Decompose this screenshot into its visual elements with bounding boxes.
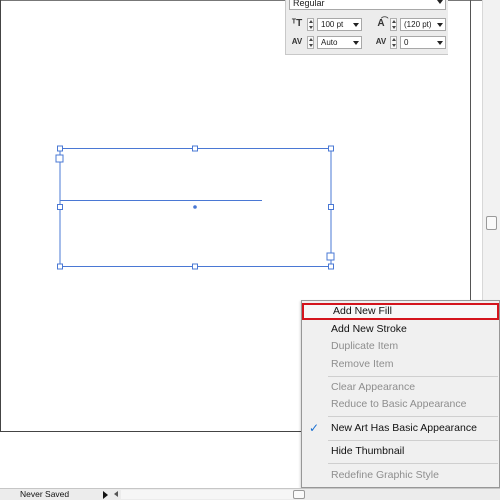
font-size-field[interactable]: 100 pt <box>317 18 362 31</box>
handle-middle-right[interactable] <box>328 204 334 210</box>
handle-middle-left[interactable] <box>57 204 63 210</box>
kerning-stepper[interactable] <box>307 36 314 49</box>
font-style-select[interactable]: Regular <box>289 0 446 10</box>
tracking-value: 0 <box>404 38 409 47</box>
appearance-panel-menu: Add New Fill Add New Stroke Duplicate It… <box>301 300 500 488</box>
status-text: Never Saved <box>20 489 70 499</box>
kerning-tracking-row: AV Auto AV 0 <box>290 35 446 50</box>
menu-item-label: Add New Fill <box>333 305 392 317</box>
chevron-down-icon[interactable] <box>353 23 359 27</box>
tracking-icon: AV <box>375 37 387 46</box>
horizontal-scrollbar[interactable] <box>121 490 305 499</box>
vertical-scroll-thumb[interactable] <box>486 216 497 230</box>
menu-item-add-new-stroke[interactable]: Add New Stroke <box>302 321 499 338</box>
checkmark-icon: ✓ <box>309 421 320 435</box>
text-out-port[interactable] <box>326 252 335 261</box>
menu-item-label: Reduce to Basic Appearance <box>331 398 467 410</box>
horizontal-scroll-thumb[interactable] <box>293 490 305 499</box>
font-size-value: 100 pt <box>321 20 344 29</box>
menu-item-label: Remove Item <box>331 358 394 370</box>
handle-bottom-middle[interactable] <box>192 263 198 270</box>
menu-separator <box>328 416 498 417</box>
status-bar: Never Saved <box>0 488 500 500</box>
leading-icon: A͡ <box>377 18 385 29</box>
menu-item-label: Add New Stroke <box>331 323 407 335</box>
handle-bottom-left[interactable] <box>57 263 63 270</box>
tracking-field[interactable]: 0 <box>400 36 446 49</box>
menu-item-label: Redefine Graphic Style <box>331 469 439 481</box>
menu-item-remove-item[interactable]: Remove Item <box>302 356 499 373</box>
font-size-icon: ᵀT <box>291 18 303 29</box>
center-point <box>193 205 197 209</box>
menu-item-label: Clear Appearance <box>331 381 416 393</box>
chevron-down-icon[interactable] <box>437 41 443 45</box>
chevron-down-icon[interactable] <box>437 23 443 27</box>
menu-item-reduce-to-basic-appearance[interactable]: Reduce to Basic Appearance <box>302 396 499 413</box>
kerning-icon: AV <box>291 37 303 46</box>
menu-separator <box>328 463 498 464</box>
character-panel: Regular ᵀT 100 pt A͡ (120 pt) AV Auto AV… <box>285 0 448 55</box>
handle-top-left[interactable] <box>57 145 63 152</box>
handle-top-middle[interactable] <box>192 145 198 152</box>
kerning-field[interactable]: Auto <box>317 36 362 49</box>
menu-separator <box>328 376 498 377</box>
menu-item-clear-appearance[interactable]: Clear Appearance <box>302 379 499 396</box>
chevron-down-icon[interactable] <box>353 41 359 45</box>
kerning-value: Auto <box>321 38 338 47</box>
font-style-value: Regular <box>293 0 325 8</box>
size-leading-row: ᵀT 100 pt A͡ (120 pt) <box>290 17 446 32</box>
play-arrow-icon[interactable] <box>103 491 108 499</box>
menu-item-duplicate-item[interactable]: Duplicate Item <box>302 338 499 355</box>
scroll-left-icon[interactable] <box>114 491 118 497</box>
handle-top-right[interactable] <box>328 145 334 152</box>
menu-item-label: Duplicate Item <box>331 340 399 352</box>
selected-text-object[interactable] <box>55 145 335 270</box>
menu-item-hide-thumbnail[interactable]: Hide Thumbnail <box>302 443 499 460</box>
tracking-stepper[interactable] <box>390 36 397 49</box>
leading-value: (120 pt) <box>404 20 432 29</box>
font-size-stepper[interactable] <box>307 18 314 31</box>
handle-bottom-right[interactable] <box>328 263 334 270</box>
chevron-down-icon[interactable] <box>437 0 443 4</box>
text-in-port[interactable] <box>55 154 64 163</box>
menu-item-label: Hide Thumbnail <box>331 445 405 457</box>
artboard-bottom-edge <box>0 431 301 432</box>
menu-item-label: New Art Has Basic Appearance <box>331 422 477 434</box>
leading-stepper[interactable] <box>390 18 397 31</box>
menu-item-new-art-has-basic-appearance[interactable]: ✓ New Art Has Basic Appearance <box>302 420 499 437</box>
menu-separator <box>328 440 498 441</box>
menu-item-add-new-fill[interactable]: Add New Fill <box>302 303 499 320</box>
menu-item-redefine-graphic-style[interactable]: Redefine Graphic Style <box>302 467 499 484</box>
leading-field[interactable]: (120 pt) <box>400 18 446 31</box>
